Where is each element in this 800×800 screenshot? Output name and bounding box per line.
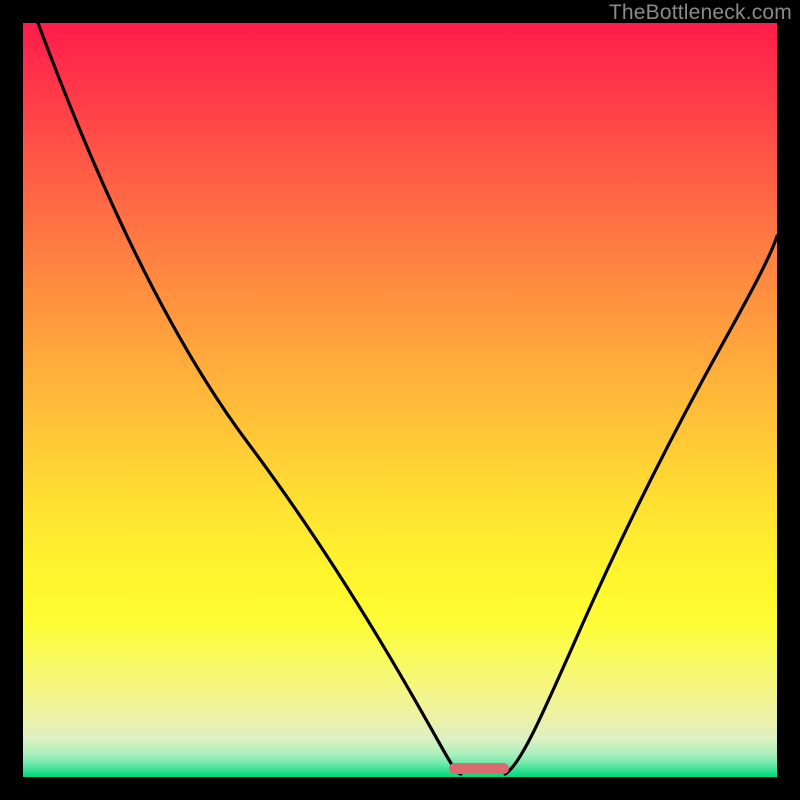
bottleneck-curve <box>23 23 777 777</box>
watermark-text: TheBottleneck.com <box>609 1 792 25</box>
plot-area <box>23 23 777 777</box>
optimal-range-marker <box>449 763 509 774</box>
curve-right-branch <box>505 236 777 774</box>
chart-frame: TheBottleneck.com <box>0 0 800 800</box>
curve-left-branch <box>38 23 461 774</box>
